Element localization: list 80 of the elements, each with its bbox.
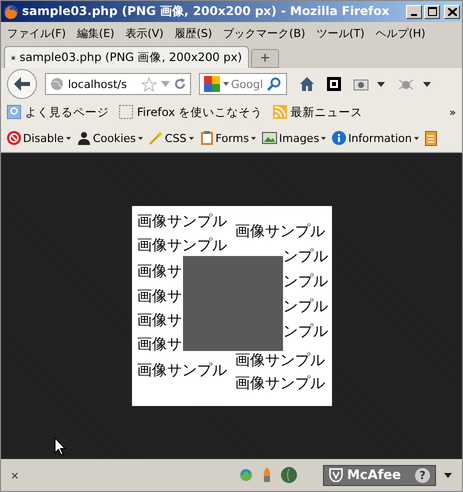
bookmark-item[interactable]: よく見るページ [7, 104, 109, 120]
search-icon[interactable] [267, 77, 281, 91]
image-text: 画像サンプル [235, 222, 325, 240]
bookmark-item[interactable]: Firefox を使いこなそう [119, 104, 263, 120]
info-icon [332, 131, 346, 145]
caret-icon [414, 136, 419, 140]
toolbar-menu-button[interactable]: Disable [7, 131, 71, 145]
search-engine-icon [203, 75, 221, 93]
window-title: sample03.php (PNG 画像, 200x200 px) - Mozilla Firefox [22, 3, 390, 20]
globe-icon [50, 77, 64, 91]
mouse-cursor-icon [54, 437, 66, 457]
person-icon [76, 131, 91, 145]
image-text: 画像サンプル [137, 212, 227, 230]
security-badge[interactable]: McAfee ? [323, 464, 436, 486]
back-button[interactable] [7, 69, 37, 99]
firefox-icon [3, 4, 19, 20]
close-button[interactable]: × [11, 468, 19, 482]
browser-tab[interactable]: sample03.php (PNG 画像, 200x200 px) [4, 46, 249, 68]
menu-item[interactable]: ヘルプ(H) [376, 26, 426, 40]
search-field[interactable]: Googl [231, 78, 265, 90]
blank-page-icon [119, 105, 133, 119]
image-text: ンプル [283, 272, 328, 290]
dropdown-icon[interactable] [423, 82, 431, 86]
caret-icon [138, 136, 143, 140]
image-text: ンプル [283, 322, 328, 340]
image-icon [262, 132, 277, 144]
image-text: 画像サ [137, 287, 182, 305]
address-field[interactable]: localhost/s [45, 73, 191, 95]
caret-icon [251, 136, 256, 140]
maximize-icon [428, 7, 436, 16]
image-text: ンプル [283, 247, 328, 265]
minimize-button[interactable] [406, 4, 422, 18]
menu-item[interactable]: ファイル(F) [7, 26, 66, 40]
image-text: 画像サ [137, 335, 182, 353]
dropdown-icon[interactable] [377, 82, 385, 86]
close-icon [448, 8, 456, 16]
image-text: 画像サンプル [235, 351, 325, 369]
feed-icon [272, 105, 287, 119]
new-tab-button[interactable]: + [251, 49, 279, 68]
camera-icon[interactable] [353, 77, 369, 91]
shield-icon [329, 468, 343, 482]
menu-item[interactable]: ブックマーク(B) [223, 26, 306, 40]
menu-item[interactable]: 履歴(S) [174, 26, 212, 40]
toolbar-menu-button[interactable]: Information [332, 131, 419, 145]
more-bookmarks-button[interactable]: » [449, 106, 456, 118]
toolbar-menu-button[interactable]: CSS [148, 131, 194, 145]
reload-icon[interactable] [174, 78, 186, 90]
image-text: 画像サンプル [137, 361, 227, 379]
globe-icon[interactable] [281, 467, 297, 483]
menu-item[interactable]: 表示(V) [125, 26, 164, 40]
help-button[interactable]: ? [415, 468, 430, 482]
dropdown-icon[interactable] [223, 82, 229, 86]
caret-icon [66, 136, 71, 140]
image-text: 画像サンプル [235, 374, 325, 392]
star-icon[interactable] [141, 76, 157, 92]
menu-item[interactable]: 編集(E) [76, 26, 114, 40]
image-text: 画像サンプル [137, 236, 227, 254]
search-page-icon [7, 105, 21, 119]
toolbar-menu-button[interactable]: Forms [200, 131, 256, 145]
close-button[interactable] [444, 4, 460, 18]
toolbar-menu-button[interactable]: Cookies [76, 131, 143, 145]
menu-item[interactable]: ツール(T) [316, 26, 365, 40]
caret-icon [188, 136, 194, 140]
square-icon[interactable] [327, 77, 341, 91]
caret-icon [321, 136, 326, 140]
prohibited-icon [7, 131, 21, 145]
image-text: 画像サ [137, 262, 182, 280]
clipboard-icon [200, 131, 214, 145]
wand-icon [148, 131, 163, 145]
maximize-button[interactable] [424, 4, 440, 18]
notepad-icon[interactable] [424, 130, 437, 146]
minimize-icon [411, 14, 417, 16]
image-text: 画像サ [137, 311, 182, 329]
back-arrow-icon [13, 76, 31, 92]
home-icon[interactable] [299, 76, 315, 92]
bookmark-item[interactable]: 最新ニュース [272, 104, 363, 120]
toolbar-menu-button[interactable]: Images [262, 132, 326, 144]
search-bar[interactable]: Googl [199, 73, 287, 95]
dropdown-icon[interactable] [444, 472, 452, 478]
image-text: ンプル [283, 297, 328, 315]
